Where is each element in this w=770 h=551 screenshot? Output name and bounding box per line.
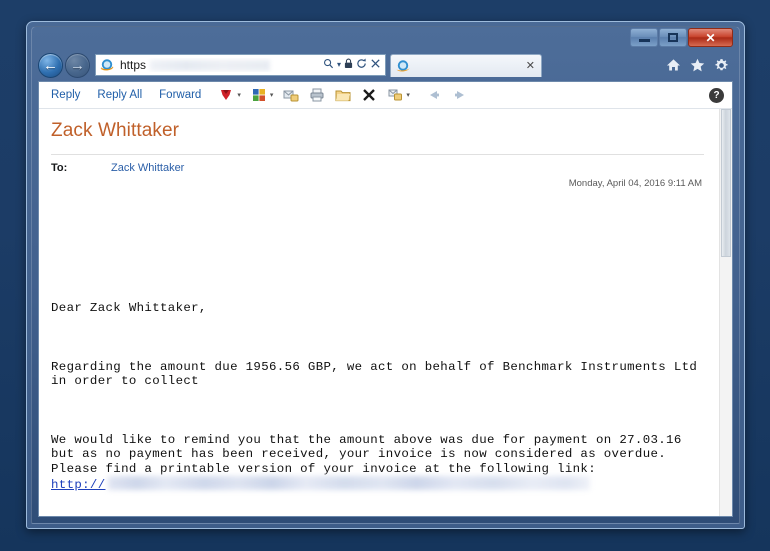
address-text: https	[120, 58, 323, 72]
categorize-button[interactable]: ▾	[251, 87, 274, 103]
email-body: Dear Zack Whittaker, Regarding the amoun…	[39, 272, 718, 516]
body-p2-line1: We would like to remind you that the amo…	[51, 432, 682, 447]
lock-icon[interactable]	[344, 58, 353, 72]
junk-mail-icon	[218, 87, 234, 103]
address-bar-icons: ▾	[323, 58, 383, 72]
email-subject: Zack Whittaker	[51, 120, 180, 141]
tab-close-icon[interactable]: ✕	[524, 59, 537, 72]
move-to-folder-button[interactable]	[283, 87, 299, 103]
redacted-link-region	[107, 476, 590, 491]
vertical-scrollbar[interactable]	[719, 109, 732, 516]
chevron-down-icon[interactable]: ▾	[337, 61, 341, 69]
refresh-icon[interactable]	[356, 58, 367, 72]
home-icon[interactable]	[666, 58, 681, 72]
settings-gear-icon[interactable]	[714, 58, 729, 73]
favorites-star-icon[interactable]	[690, 58, 705, 72]
to-label: To:	[51, 162, 68, 174]
reply-all-button[interactable]: Reply All	[97, 89, 142, 101]
scrollbar-thumb[interactable]	[721, 109, 731, 257]
mark-unread-icon	[387, 87, 403, 103]
next-item-icon	[452, 87, 468, 103]
email-date: Monday, April 04, 2016 9:11 AM	[568, 178, 702, 189]
stop-icon[interactable]	[370, 58, 381, 72]
forward-button[interactable]: →	[65, 52, 90, 78]
recipient-name[interactable]: Zack Whittaker	[111, 162, 184, 174]
maximize-icon	[668, 33, 678, 42]
back-arrow-icon: ←	[43, 56, 58, 74]
internet-explorer-icon	[99, 57, 115, 73]
body-p2-line2: but as no payment has been received, you…	[51, 447, 667, 462]
address-bar[interactable]: https ▾	[95, 54, 386, 76]
help-button[interactable]: ?	[709, 87, 724, 103]
categorize-icon	[251, 87, 267, 103]
forward-arrow-icon: →	[70, 56, 85, 74]
window-controls: ✕	[629, 28, 733, 47]
close-button[interactable]: ✕	[688, 28, 733, 47]
junk-mail-button[interactable]: ▾	[218, 87, 241, 103]
recipient-row: To: Zack Whittaker	[51, 162, 704, 174]
open-folder-button[interactable]	[335, 87, 351, 103]
mark-unread-caret-icon: ▾	[406, 91, 410, 99]
page-content: Reply Reply All Forward ▾ ▾ ▾ ? Zack Whi…	[38, 81, 733, 517]
header-divider	[51, 154, 704, 155]
browser-tab[interactable]: ✕	[390, 53, 542, 77]
invoice-link[interactable]: http://	[51, 478, 106, 492]
browser-right-icons	[666, 58, 733, 73]
email-header: Zack Whittaker To: Zack Whittaker Monday…	[39, 109, 718, 189]
print-icon	[309, 87, 325, 103]
minimize-button[interactable]	[630, 28, 658, 47]
address-redacted-region	[150, 60, 271, 72]
move-to-folder-icon	[283, 87, 299, 103]
mark-unread-button[interactable]: ▾	[387, 87, 410, 103]
maximize-button[interactable]	[659, 28, 687, 47]
body-paragraph-2: We would like to remind you that the amo…	[51, 433, 704, 493]
reply-button[interactable]: Reply	[51, 89, 80, 101]
tab-internet-explorer-icon	[395, 58, 411, 74]
back-button[interactable]: ←	[38, 52, 63, 78]
body-paragraph-1: Regarding the amount due 1956.56 GBP, we…	[51, 359, 698, 389]
print-button[interactable]	[309, 87, 325, 103]
body-p2-line3: Please find a printable version of your …	[51, 461, 596, 476]
window-inner-frame: ✕ ← → https ▾ ✕ Reply Reply All Forward …	[31, 26, 740, 524]
next-item-button[interactable]	[452, 87, 468, 103]
minimize-icon	[638, 39, 650, 42]
browser-window: ✕ ← → https ▾ ✕ Reply Reply All Forward …	[26, 21, 745, 529]
open-folder-icon	[335, 87, 351, 103]
email-toolbar: Reply Reply All Forward ▾ ▾ ▾ ?	[39, 82, 732, 109]
search-icon[interactable]	[323, 58, 334, 72]
previous-item-icon	[426, 87, 442, 103]
previous-item-button[interactable]	[426, 87, 442, 103]
body-greeting: Dear Zack Whittaker,	[51, 301, 207, 316]
title-bar: ✕	[32, 27, 739, 49]
categorize-caret-icon: ▾	[269, 91, 274, 99]
delete-icon	[361, 87, 377, 103]
junk-caret-icon: ▾	[237, 91, 241, 99]
browser-navigation-bar: ← → https ▾ ✕	[32, 49, 739, 81]
forward-button[interactable]: Forward	[159, 89, 201, 101]
delete-button[interactable]	[361, 87, 377, 103]
